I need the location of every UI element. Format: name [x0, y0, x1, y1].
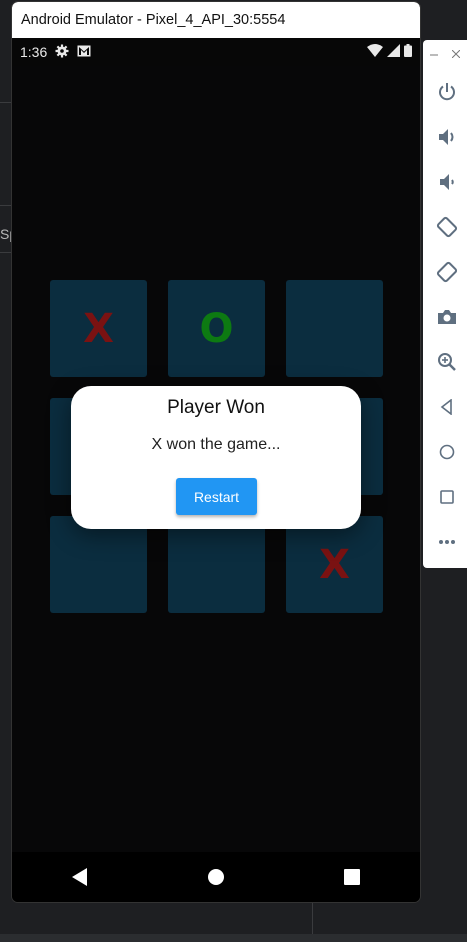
- o-mark: O: [199, 305, 234, 352]
- window-titlebar[interactable]: Android Emulator - Pixel_4_API_30:5554: [12, 2, 420, 38]
- volume-up-icon[interactable]: [435, 125, 459, 149]
- x-mark: X: [83, 305, 114, 352]
- ide-bottom-bar: [0, 934, 467, 942]
- battery-icon: [404, 44, 412, 60]
- board-cell[interactable]: [50, 516, 147, 613]
- camera-icon[interactable]: [435, 305, 459, 329]
- overview-icon[interactable]: [435, 485, 459, 509]
- app-screen: X O X Player Won X won the game... Resta…: [12, 66, 420, 853]
- rotate-left-icon[interactable]: [435, 215, 459, 239]
- gmail-icon: [77, 44, 91, 60]
- ide-divider: [0, 252, 12, 253]
- recents-icon[interactable]: [332, 857, 372, 897]
- close-icon[interactable]: [451, 47, 461, 61]
- volume-down-icon[interactable]: [435, 170, 459, 194]
- home-icon[interactable]: [435, 440, 459, 464]
- emulator-side-toolbar: [423, 40, 467, 568]
- dialog-title: Player Won: [167, 397, 265, 418]
- toolbar-window-controls: [423, 40, 467, 68]
- winner-dialog: Player Won X won the game... Restart: [71, 386, 361, 529]
- restart-button[interactable]: Restart: [176, 478, 257, 515]
- status-time: 1:36: [20, 44, 48, 60]
- minimize-icon[interactable]: [430, 47, 438, 61]
- board-cell[interactable]: X: [286, 516, 383, 613]
- settings-gear-icon: [55, 44, 69, 61]
- android-nav-bar: [12, 852, 420, 902]
- ide-divider: [0, 102, 12, 103]
- window-title: Android Emulator - Pixel_4_API_30:5554: [21, 12, 286, 28]
- signal-icon: [387, 44, 400, 60]
- back-icon[interactable]: [60, 857, 100, 897]
- board-cell[interactable]: X: [50, 280, 147, 377]
- home-icon[interactable]: [196, 857, 236, 897]
- board-cell[interactable]: [168, 516, 265, 613]
- zoom-icon[interactable]: [435, 350, 459, 374]
- more-icon[interactable]: [435, 530, 459, 554]
- board-cell[interactable]: [286, 280, 383, 377]
- wifi-icon: [367, 44, 383, 60]
- power-icon[interactable]: [435, 80, 459, 104]
- ide-divider: [0, 205, 12, 206]
- board-cell[interactable]: O: [168, 280, 265, 377]
- emulator-window: Android Emulator - Pixel_4_API_30:5554 1…: [12, 2, 420, 902]
- android-status-bar: 1:36: [12, 38, 420, 66]
- x-mark: X: [319, 541, 350, 588]
- back-icon[interactable]: [435, 395, 459, 419]
- rotate-right-icon[interactable]: [435, 260, 459, 284]
- dialog-message: X won the game...: [151, 436, 281, 453]
